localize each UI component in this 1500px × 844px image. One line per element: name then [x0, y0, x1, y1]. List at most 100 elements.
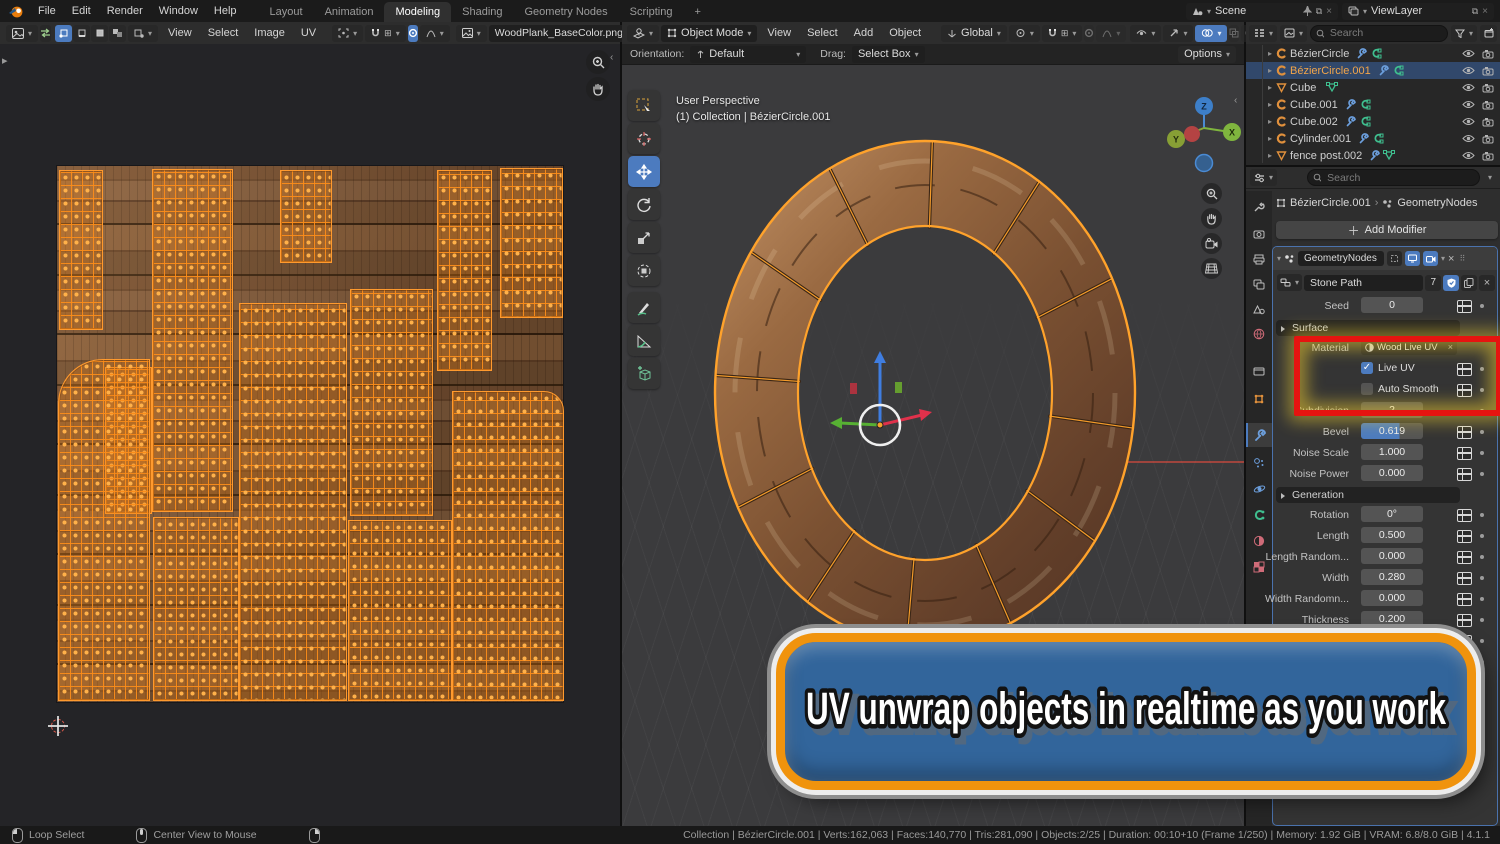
snap-dropdown[interactable]: ⊞▾ [1042, 25, 1083, 42]
hide-eye-icon[interactable] [1462, 100, 1475, 109]
uv-pivot-dropdown[interactable]: ▾ [332, 25, 363, 42]
animate-decorator-icon[interactable] [1480, 618, 1484, 622]
proportional-edit-toggle[interactable] [1084, 25, 1094, 42]
hide-eye-icon[interactable] [1462, 49, 1475, 58]
disable-render-icon[interactable] [1482, 117, 1494, 127]
object-name[interactable]: fence post.002 [1290, 150, 1362, 162]
outliner-row[interactable]: ▸ Cylinder.001 [1246, 130, 1500, 147]
uv-island[interactable] [280, 170, 333, 263]
object-name[interactable]: BézierCircle.001 [1290, 65, 1371, 77]
disable-render-icon[interactable] [1482, 66, 1494, 76]
viewport-zoom-button[interactable] [1201, 183, 1222, 204]
input-attribute-icon[interactable] [1457, 593, 1472, 606]
value-field[interactable]: 0 [1361, 297, 1423, 313]
properties-tab-tool[interactable] [1246, 195, 1272, 219]
disable-render-icon[interactable] [1482, 151, 1494, 161]
add-modifier-button[interactable]: ＋ Add Modifier [1276, 221, 1498, 239]
modifier-drag-handle[interactable]: ⠿ [1459, 254, 1466, 263]
value-field[interactable]: 0.000 [1361, 548, 1423, 564]
uv-island[interactable] [452, 391, 564, 701]
uv-falloff-dropdown[interactable]: ▾ [420, 25, 450, 42]
object-visibility-dropdown[interactable]: ▾ [1130, 25, 1161, 42]
node-group-users-count[interactable]: 7 [1425, 275, 1441, 291]
outliner-search-input[interactable] [1328, 26, 1442, 40]
animate-decorator-icon[interactable] [1480, 639, 1484, 643]
workspace-tab-layout[interactable]: Layout [259, 2, 314, 22]
animate-decorator-icon[interactable] [1480, 534, 1484, 538]
tool-add-cube[interactable] [628, 358, 660, 389]
uv-2d-cursor[interactable] [51, 719, 65, 733]
hide-eye-icon[interactable] [1462, 83, 1475, 92]
disable-render-icon[interactable] [1482, 134, 1494, 144]
outliner-filter-dropdown[interactable]: ▾ [1451, 25, 1477, 42]
disable-render-icon[interactable] [1482, 83, 1494, 93]
workspace-tab-geometry-nodes[interactable]: Geometry Nodes [514, 2, 619, 22]
animate-decorator-icon[interactable] [1480, 513, 1484, 517]
value-field[interactable]: 0.280 [1361, 569, 1423, 585]
uv-snap-dropdown[interactable]: ⊞▾ [365, 25, 406, 42]
uv-island[interactable] [350, 289, 433, 516]
modifier-realtime-toggle[interactable] [1405, 251, 1420, 266]
value-field[interactable]: 0° [1361, 506, 1423, 522]
uv-proportional-edit-toggle[interactable] [408, 25, 418, 42]
transform-orientation-dropdown[interactable]: Global▾ [941, 25, 1007, 42]
animate-decorator-icon[interactable] [1480, 555, 1484, 559]
uv-island[interactable] [437, 170, 492, 370]
input-attribute-icon[interactable] [1457, 509, 1472, 522]
tool-tweak-select[interactable] [628, 90, 660, 121]
outliner-row[interactable]: ▸ Cube.002 [1246, 113, 1500, 130]
node-group-name-field[interactable]: Stone Path [1304, 275, 1423, 291]
disable-render-icon[interactable] [1482, 100, 1494, 110]
value-field[interactable]: 0.200 [1361, 611, 1423, 627]
expand-chevron-icon[interactable]: ▾ [1277, 254, 1281, 263]
animate-decorator-icon[interactable] [1480, 451, 1484, 455]
animate-decorator-icon[interactable] [1480, 430, 1484, 434]
panel-section-header[interactable]: Generation [1276, 487, 1460, 503]
tool-transform[interactable] [628, 255, 660, 286]
workspace-tab-animation[interactable]: Animation [314, 2, 385, 22]
modifier-close-icon[interactable]: × [1448, 253, 1454, 265]
input-attribute-icon[interactable] [1457, 300, 1472, 313]
move-gizmo[interactable] [830, 351, 932, 445]
xray-toggle[interactable] [1229, 25, 1239, 42]
editor-type-dropdown[interactable]: ▾ [6, 25, 38, 42]
object-name[interactable]: Cube [1290, 82, 1316, 94]
input-attribute-icon[interactable] [1457, 530, 1472, 543]
outliner-display-mode-dropdown[interactable]: ▾ [1280, 25, 1307, 42]
gizmos-dropdown[interactable]: ▾ [1163, 25, 1193, 42]
hide-eye-icon[interactable] [1462, 134, 1475, 143]
zoom-in-button[interactable] [586, 50, 610, 74]
disable-render-icon[interactable] [1482, 49, 1494, 59]
uv-island[interactable] [348, 520, 451, 702]
animate-decorator-icon[interactable] [1480, 304, 1484, 308]
modifier-edit-mode-toggle[interactable] [1387, 251, 1402, 266]
input-attribute-icon[interactable] [1457, 426, 1472, 439]
node-group-browse-dropdown[interactable]: ▾ [1277, 274, 1302, 291]
navigation-gizmo[interactable]: Z Y X [1162, 90, 1244, 200]
uv-sidebar-toggle-arrow[interactable]: ‹ [610, 52, 613, 63]
viewport-menu-view[interactable]: View [759, 22, 799, 44]
uv-island[interactable] [58, 359, 150, 701]
outliner-row[interactable]: ▸ BézierCircle.001 [1246, 62, 1500, 79]
uv-toolbar-toggle-arrow[interactable]: ▸ [2, 54, 8, 67]
tool-annotate[interactable] [628, 292, 660, 323]
unlink-node-group-icon[interactable]: × [1479, 275, 1495, 291]
outliner-row[interactable]: ▸ Cube.001 [1246, 96, 1500, 113]
image-name-field[interactable]: WoodPlank_BaseColor.png [489, 25, 629, 42]
object-name[interactable]: Cube.002 [1290, 116, 1338, 128]
viewport-perspective-button[interactable] [1201, 258, 1222, 279]
orientation-dropdown[interactable]: Default▾ [690, 46, 806, 63]
viewport-menu-select[interactable]: Select [799, 22, 846, 44]
uv-menu-uv[interactable]: UV [293, 22, 324, 44]
uv-island[interactable] [152, 169, 233, 511]
value-field[interactable]: 0.000 [1361, 590, 1423, 606]
tool-move[interactable] [628, 156, 660, 187]
new-scene-icon[interactable]: ⧉ [1316, 6, 1322, 17]
expand-chevron-icon[interactable]: ▸ [1268, 66, 1272, 75]
properties-search[interactable] [1307, 169, 1480, 186]
modifier-extras-dropdown[interactable]: ▾ [1441, 254, 1445, 263]
expand-chevron-icon[interactable]: ▸ [1268, 117, 1272, 126]
tool-scale[interactable] [628, 222, 660, 253]
viewport-menu-add[interactable]: Add [846, 22, 882, 44]
viewport-menu-object[interactable]: Object [881, 22, 929, 44]
